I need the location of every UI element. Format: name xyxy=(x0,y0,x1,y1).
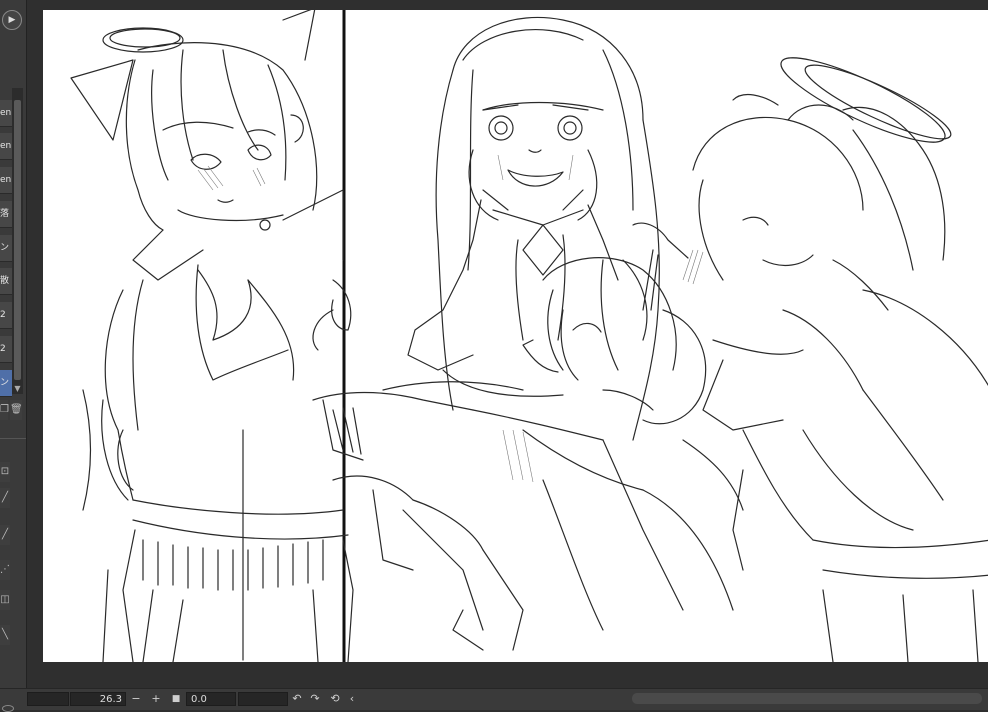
sub-tool-label: 散 xyxy=(0,276,10,286)
rotation-slider[interactable] xyxy=(238,692,288,706)
rotation-field[interactable]: 0.0 xyxy=(186,692,236,706)
sub-tool-item-4[interactable]: 落 xyxy=(0,201,12,228)
sketch-drawing xyxy=(70,10,988,662)
status-bar: 26.3 − + ■ 0.0 ↶ ↷ ⟲ ‹ xyxy=(0,688,988,712)
sub-tool-item-9[interactable]: ン xyxy=(0,370,12,397)
zoom-out-button[interactable]: − xyxy=(130,692,142,706)
left-tool-panel: ▶ en en en 落 ン 散 2 2 ン ▲ ▼ ❐ 🗑 ⊡ ╱ ╱ ⋰ ◫… xyxy=(0,0,27,709)
sub-tool-item-1[interactable]: en xyxy=(0,100,12,127)
lock-icon[interactable]: ⊡ xyxy=(0,462,10,482)
sub-tool-label: 2 xyxy=(0,310,6,320)
sub-tool-item-6[interactable]: 散 xyxy=(0,268,12,295)
sub-tool-item-2[interactable]: en xyxy=(0,133,12,160)
zoom-in-button[interactable]: + xyxy=(150,692,162,706)
drawing-canvas[interactable] xyxy=(43,10,988,662)
horizontal-scrollbar[interactable] xyxy=(632,693,982,704)
sub-tool-label: en xyxy=(0,175,12,185)
flip-horizontal-icon[interactable]: ‹ xyxy=(346,692,358,706)
pen-icon[interactable]: ╱ xyxy=(0,488,10,508)
pencil-icon[interactable]: ╱ xyxy=(0,525,10,545)
rotate-left-icon[interactable]: ↶ xyxy=(291,692,303,706)
copy-icon[interactable]: ❐ xyxy=(0,400,9,420)
sub-tool-item-7[interactable]: 2 xyxy=(0,302,12,329)
reset-rotation-icon[interactable]: ⟲ xyxy=(329,692,341,706)
sub-tool-label: en xyxy=(0,108,12,118)
sub-tool-item-3[interactable]: en xyxy=(0,167,12,194)
fit-view-icon[interactable]: ■ xyxy=(170,692,182,706)
canvas-area[interactable] xyxy=(27,0,988,688)
bucket-icon[interactable]: ◫ xyxy=(0,590,10,610)
sub-tool-label: ン xyxy=(0,378,10,388)
sub-tool-item-8[interactable]: 2 xyxy=(0,336,12,363)
zoom-field[interactable]: 26.3 xyxy=(70,692,126,706)
sub-tool-label: ン xyxy=(0,243,10,253)
play-circle-icon[interactable]: ▶ xyxy=(2,10,22,30)
divider xyxy=(0,438,26,439)
line-icon[interactable]: ╲ xyxy=(0,625,10,645)
scrollbar-thumb[interactable] xyxy=(14,100,21,380)
trash-icon[interactable]: 🗑 xyxy=(10,400,23,420)
sub-tool-scrollbar[interactable] xyxy=(12,88,23,394)
brush-icon[interactable]: ⋰ xyxy=(0,560,10,580)
sub-tool-label: en xyxy=(0,141,12,151)
sub-tool-item-5[interactable]: ン xyxy=(0,235,12,262)
sub-tool-label: 2 xyxy=(0,344,6,354)
sub-tool-label: 落 xyxy=(0,209,10,219)
scroll-down-icon[interactable]: ▼ xyxy=(12,384,23,394)
rotate-right-icon[interactable]: ↷ xyxy=(309,692,321,706)
navigator-slider[interactable] xyxy=(27,692,69,706)
